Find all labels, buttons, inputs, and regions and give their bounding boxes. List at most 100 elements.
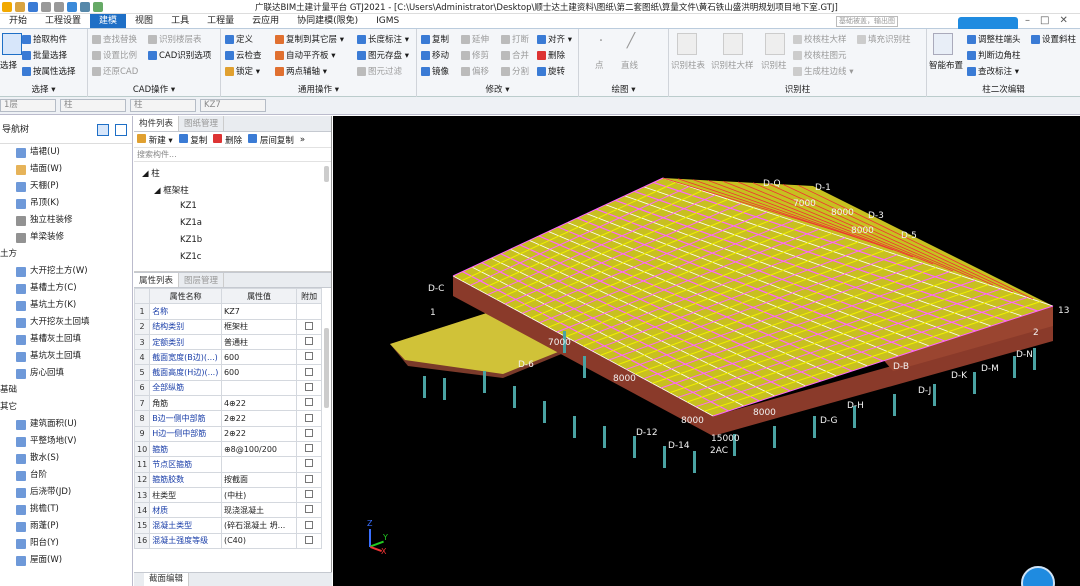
copy-to-floor-button[interactable]: 复制到其它层 ▾ [275, 33, 344, 45]
identify-detail-icon[interactable] [723, 33, 743, 55]
tab-6[interactable]: 云应用 [243, 14, 288, 28]
3d-viewport[interactable]: D-Q D-1 D-3 D-5 D-C D-6 D-12 D-14 D-G D-H D-K D-M D-… [333, 116, 1080, 586]
nav-item[interactable]: 基坑土方(K) [0, 297, 132, 314]
tree-item-kz1c[interactable]: KZ1c [180, 252, 201, 262]
property-value[interactable]: 4⊕22 [220, 395, 298, 412]
point-icon[interactable]: · [591, 33, 611, 55]
nav-item[interactable]: 阳台(Y) [0, 535, 132, 552]
search-input[interactable]: 基础被盖，输出图 [836, 16, 898, 27]
property-value[interactable]: 框架柱 [220, 318, 298, 335]
nav-item[interactable]: 吊顶(K) [0, 195, 132, 212]
expand-toolbar-icon[interactable]: » [300, 135, 305, 145]
property-row[interactable]: 15 混凝土类型 (碎石混凝土 坍... [133, 517, 322, 534]
extend-button[interactable]: 延伸 [461, 33, 489, 45]
nav-item[interactable]: 基坑灰土回填 [0, 348, 132, 365]
nav-item[interactable]: 大开挖灰土回填 [0, 314, 132, 331]
attach-checkbox[interactable] [305, 367, 314, 376]
property-row[interactable]: 3 定额类别 普通柱 [133, 333, 322, 351]
nav-item[interactable]: 挑檐(T) [0, 501, 132, 518]
line-icon[interactable]: ╱ [621, 33, 641, 55]
property-value[interactable]: 普通柱 [220, 333, 298, 351]
generate-column-edge-button[interactable]: 生成柱边线 ▾ [793, 65, 853, 77]
point-button[interactable]: 点 [595, 59, 604, 71]
length-dim-button[interactable]: 长度标注 ▾ [357, 33, 409, 45]
open-icon[interactable] [15, 1, 25, 12]
nav-item[interactable]: 台阶 [0, 467, 132, 484]
nav-item[interactable]: 基槽土方(C) [0, 280, 132, 297]
judge-corner-column-button[interactable]: 判断边角柱 [967, 49, 1021, 61]
line-button[interactable]: 直线 [621, 59, 638, 71]
smart-layout-button[interactable]: 智能布置 [929, 59, 963, 71]
set-scale-button[interactable]: 设置比例 [92, 49, 137, 61]
property-row[interactable]: 13 柱类型 (中柱) [133, 486, 322, 504]
split-button[interactable]: 分割 [501, 65, 529, 77]
property-row[interactable]: 12 箍筋胶数 按截面 [133, 471, 322, 488]
attach-checkbox[interactable] [305, 428, 314, 437]
trim-button[interactable]: 修剪 [461, 49, 489, 61]
property-row[interactable]: 16 混凝土强度等级 (C40) [133, 532, 322, 550]
property-value[interactable]: (中柱) [220, 486, 298, 504]
list-view-icon[interactable] [97, 124, 109, 136]
tab-section-edit[interactable]: 截面编辑 [144, 573, 190, 586]
attach-checkbox[interactable] [305, 398, 314, 407]
floor-select[interactable]: 1层 [0, 99, 56, 112]
check-column-detail-button[interactable]: 校核柱大样 [793, 33, 847, 45]
attach-checkbox[interactable] [305, 321, 314, 330]
save-icon[interactable] [28, 1, 38, 12]
property-value[interactable]: KZ7 [220, 303, 298, 320]
property-value[interactable]: (C40) [220, 532, 298, 550]
attach-checkbox[interactable] [305, 352, 314, 361]
tree-root[interactable]: ◢ 柱 [142, 167, 160, 179]
property-value[interactable]: 600 [220, 349, 298, 366]
cloud-check-button[interactable]: 云检查 [225, 49, 262, 61]
subtype-select[interactable]: 柱 [130, 99, 196, 112]
close-icon[interactable]: ✕ [1059, 15, 1067, 26]
select-big-icon[interactable] [2, 33, 22, 55]
property-value[interactable]: ⊕8@100/200 [220, 440, 298, 458]
nav-category[interactable]: 基础 [0, 382, 132, 399]
rotate-button[interactable]: 旋转 [537, 65, 565, 77]
offset-button[interactable]: 偏移 [461, 65, 489, 77]
nav-item[interactable]: 建筑面积(U) [0, 416, 132, 433]
cad-options-button[interactable]: CAD识别选项 [148, 49, 211, 61]
delete-button[interactable]: 删除 [537, 49, 565, 61]
nav-item[interactable]: 独立柱装修 [0, 212, 132, 229]
tree-scrollbar[interactable] [324, 166, 329, 182]
lock-button[interactable]: 锁定 ▾ [225, 65, 260, 77]
property-row[interactable]: 8 B边一侧中部筋 2⊕22 [133, 410, 322, 427]
tree-view-icon[interactable] [115, 124, 127, 136]
mirror-button[interactable]: 镜像 [421, 65, 449, 77]
attach-checkbox[interactable] [305, 505, 314, 514]
nav-item[interactable]: 基槽灰土回填 [0, 331, 132, 348]
tab-layer-management[interactable]: 图层管理 [179, 273, 225, 287]
maximize-icon[interactable]: □ [1040, 15, 1049, 26]
nav-category[interactable]: 土方 [0, 246, 132, 263]
save-element-button[interactable]: 图元存盘 ▾ [357, 49, 409, 61]
two-point-axis-button[interactable]: 两点辅轴 ▾ [275, 65, 327, 77]
property-value[interactable]: (碎石混凝土 坍... [220, 517, 298, 534]
tab-4[interactable]: 工具 [162, 14, 198, 28]
grid-icon[interactable] [93, 1, 103, 12]
attach-checkbox[interactable] [305, 490, 314, 498]
tree-group[interactable]: ◢ 框架柱 [154, 184, 189, 196]
define-button[interactable]: 定义 [225, 33, 253, 45]
identify-floor-table-button[interactable]: 识别楼层表 [148, 33, 202, 45]
tab-2[interactable]: 建模 [90, 14, 127, 28]
identify-column-table-button[interactable]: 识别柱表 [671, 59, 705, 71]
attach-checkbox[interactable] [305, 444, 314, 453]
batch-select-button[interactable]: 批量选择 [22, 49, 67, 61]
move-button[interactable]: 移动 [421, 49, 449, 61]
copy-component-button[interactable]: 复制 [178, 133, 207, 146]
edit-annotation-button[interactable]: 查改标注 ▾ [967, 65, 1019, 77]
merge-button[interactable]: 合并 [501, 49, 529, 61]
undo-icon[interactable] [41, 1, 51, 12]
new-button[interactable]: 新建 ▾ [137, 133, 173, 146]
nav-item[interactable]: 后浇带(JD) [0, 484, 132, 501]
property-value[interactable]: 600 [220, 364, 298, 381]
fill-identify-column-button[interactable]: 填充识别柱 [857, 33, 911, 45]
tab-property-list[interactable]: 属性列表 [134, 273, 180, 287]
nav-item[interactable]: 屋面(W) [0, 552, 132, 569]
check-column-element-button[interactable]: 校核柱图元 [793, 49, 847, 61]
property-row[interactable]: 5 截面高度(H边)(...) 600 [133, 364, 322, 381]
property-row[interactable]: 9 H边一侧中部筋 2⊕22 [133, 425, 322, 442]
